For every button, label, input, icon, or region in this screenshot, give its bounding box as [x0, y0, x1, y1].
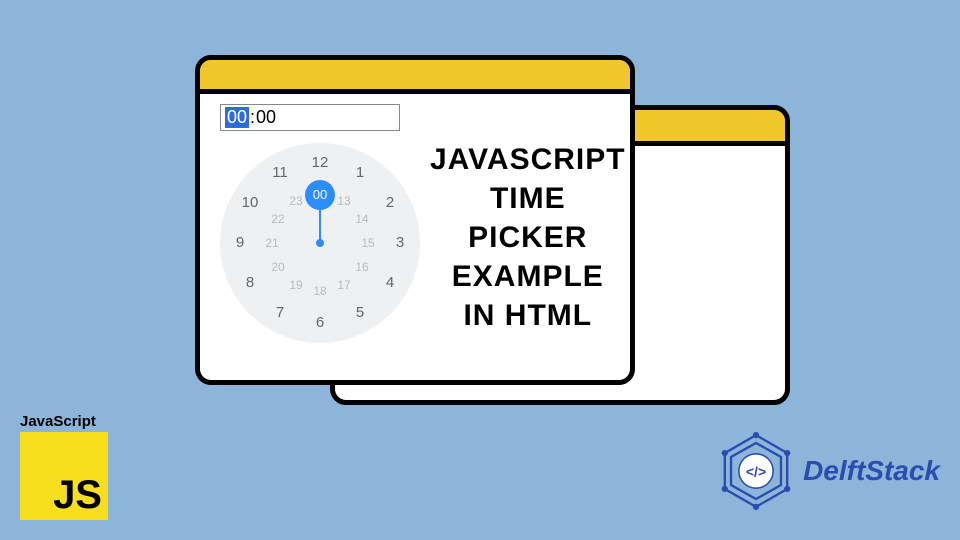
hour-8[interactable]: 8 — [239, 272, 261, 294]
titlebar-front — [200, 60, 630, 94]
hour-23[interactable]: 23 — [285, 190, 307, 212]
window-front: 00 : 00 12 1 2 3 4 5 6 7 8 9 10 11 — [195, 55, 635, 385]
time-separator: : — [249, 107, 256, 128]
hour-4[interactable]: 4 — [379, 272, 401, 294]
hour-20[interactable]: 20 — [267, 256, 289, 278]
headline: JavaScript Time Picker Example in HTML — [430, 104, 626, 370]
hour-1[interactable]: 1 — [349, 162, 371, 184]
window-content: 00 : 00 12 1 2 3 4 5 6 7 8 9 10 11 — [200, 94, 630, 380]
hour-18[interactable]: 18 — [309, 280, 331, 302]
hour-00-selected[interactable]: 00 — [305, 180, 335, 210]
brand: </> DelftStack — [717, 432, 940, 510]
hour-12[interactable]: 12 — [309, 152, 331, 174]
js-label: JavaScript — [20, 413, 108, 430]
time-input[interactable]: 00 : 00 — [220, 104, 400, 131]
hour-17[interactable]: 17 — [333, 274, 355, 296]
brand-text: DelftStack — [803, 455, 940, 487]
hour-5[interactable]: 5 — [349, 302, 371, 324]
js-badge-wrap: JavaScript JS — [20, 413, 108, 520]
hour-11[interactable]: 11 — [269, 162, 291, 184]
hour-3[interactable]: 3 — [389, 232, 411, 254]
brand-tag-close: > — [758, 463, 766, 479]
hour-14[interactable]: 14 — [351, 208, 373, 230]
time-minutes[interactable]: 00 — [256, 107, 276, 128]
headline-line4: in HTML — [463, 296, 592, 335]
hour-9[interactable]: 9 — [229, 232, 251, 254]
hour-6[interactable]: 6 — [309, 312, 331, 334]
hour-10[interactable]: 10 — [239, 192, 261, 214]
hour-2[interactable]: 2 — [379, 192, 401, 214]
left-column: 00 : 00 12 1 2 3 4 5 6 7 8 9 10 11 — [220, 104, 420, 370]
headline-line3: Example — [452, 257, 604, 296]
brand-tag-open: < — [746, 463, 754, 479]
time-hours[interactable]: 00 — [225, 107, 249, 128]
hour-21[interactable]: 21 — [261, 232, 283, 254]
brand-icon: </> — [717, 432, 795, 510]
clock-center-dot — [316, 239, 324, 247]
headline-line2: Time Picker — [430, 179, 626, 257]
js-short: JS — [53, 473, 102, 518]
hour-7[interactable]: 7 — [269, 302, 291, 324]
hour-15[interactable]: 15 — [357, 232, 379, 254]
svg-text:</>: </> — [746, 463, 766, 479]
clock-face[interactable]: 12 1 2 3 4 5 6 7 8 9 10 11 00 13 14 15 1… — [220, 143, 420, 343]
headline-line1: JavaScript — [430, 140, 626, 179]
js-icon: JS — [20, 432, 108, 520]
